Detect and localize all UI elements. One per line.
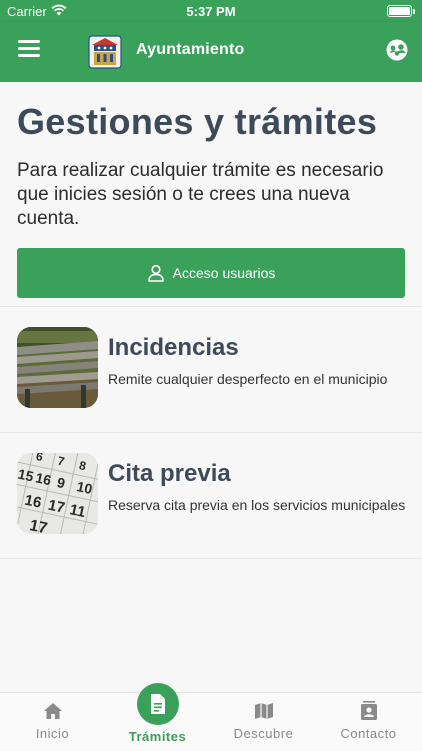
town-hall-logo-icon (88, 35, 122, 69)
card-incidencias[interactable]: Incidencias Remite cualquier desperfecto… (0, 307, 422, 431)
card-cita-previa[interactable]: 6 7 8 15 16 9 10 16 17 11 17 Cita previa (0, 433, 422, 557)
menu-line (18, 47, 40, 50)
app-bar: Ayuntamiento (0, 22, 422, 82)
svg-text:16: 16 (23, 492, 43, 512)
access-users-button[interactable]: Acceso usuarios (17, 248, 405, 298)
card-description: Reserva cita previa en los servicios mun… (108, 497, 406, 513)
main-content: Gestiones y trámites Para realizar cualq… (0, 82, 422, 692)
calendar-photo: 6 7 8 15 16 9 10 16 17 11 17 (17, 453, 98, 534)
card-title: Incidencias (108, 334, 239, 361)
divider (0, 558, 422, 559)
user-group-icon[interactable] (386, 39, 408, 61)
tab-label: Contacto (340, 726, 397, 741)
user-icon (147, 264, 164, 282)
park-bench-photo (17, 327, 98, 408)
tab-inicio[interactable]: Inicio (0, 693, 105, 751)
tab-label: Descubre (233, 726, 294, 741)
menu-line (18, 40, 40, 43)
map-icon (254, 703, 273, 719)
card-title: Cita previa (108, 460, 231, 487)
document-icon (150, 694, 165, 714)
active-tab-bubble (136, 683, 179, 725)
tab-label: Inicio (35, 726, 70, 741)
calendar-image: 6 7 8 15 16 9 10 16 17 11 17 (17, 453, 98, 534)
svg-text:17: 17 (28, 517, 49, 534)
app-title: Ayuntamiento (136, 41, 245, 58)
page-title: Gestiones y trámites (17, 101, 378, 142)
tab-label: Trámites (128, 729, 187, 744)
hamburger-menu-button[interactable] (18, 40, 40, 58)
card-description: Remite cualquier desperfecto en el munic… (108, 371, 388, 387)
tab-tramites[interactable]: Trámites (105, 683, 210, 751)
status-bar: Carrier 5:37 PM (0, 0, 422, 22)
bottom-tab-bar: Inicio Trámites Descubre Contacto (0, 683, 422, 751)
park-bench-image (17, 327, 98, 408)
access-button-label: Acceso usuarios (172, 265, 276, 281)
menu-line (18, 54, 40, 57)
intro-text: Para realizar cualquier trámite es neces… (17, 160, 384, 229)
svg-text:17: 17 (47, 497, 67, 517)
home-icon (43, 703, 62, 719)
clock: 5:37 PM (186, 4, 236, 19)
tab-descubre[interactable]: Descubre (211, 693, 316, 751)
contacts-icon (360, 701, 377, 720)
battery-icon (387, 5, 415, 17)
tab-contacto[interactable]: Contacto (316, 693, 421, 751)
